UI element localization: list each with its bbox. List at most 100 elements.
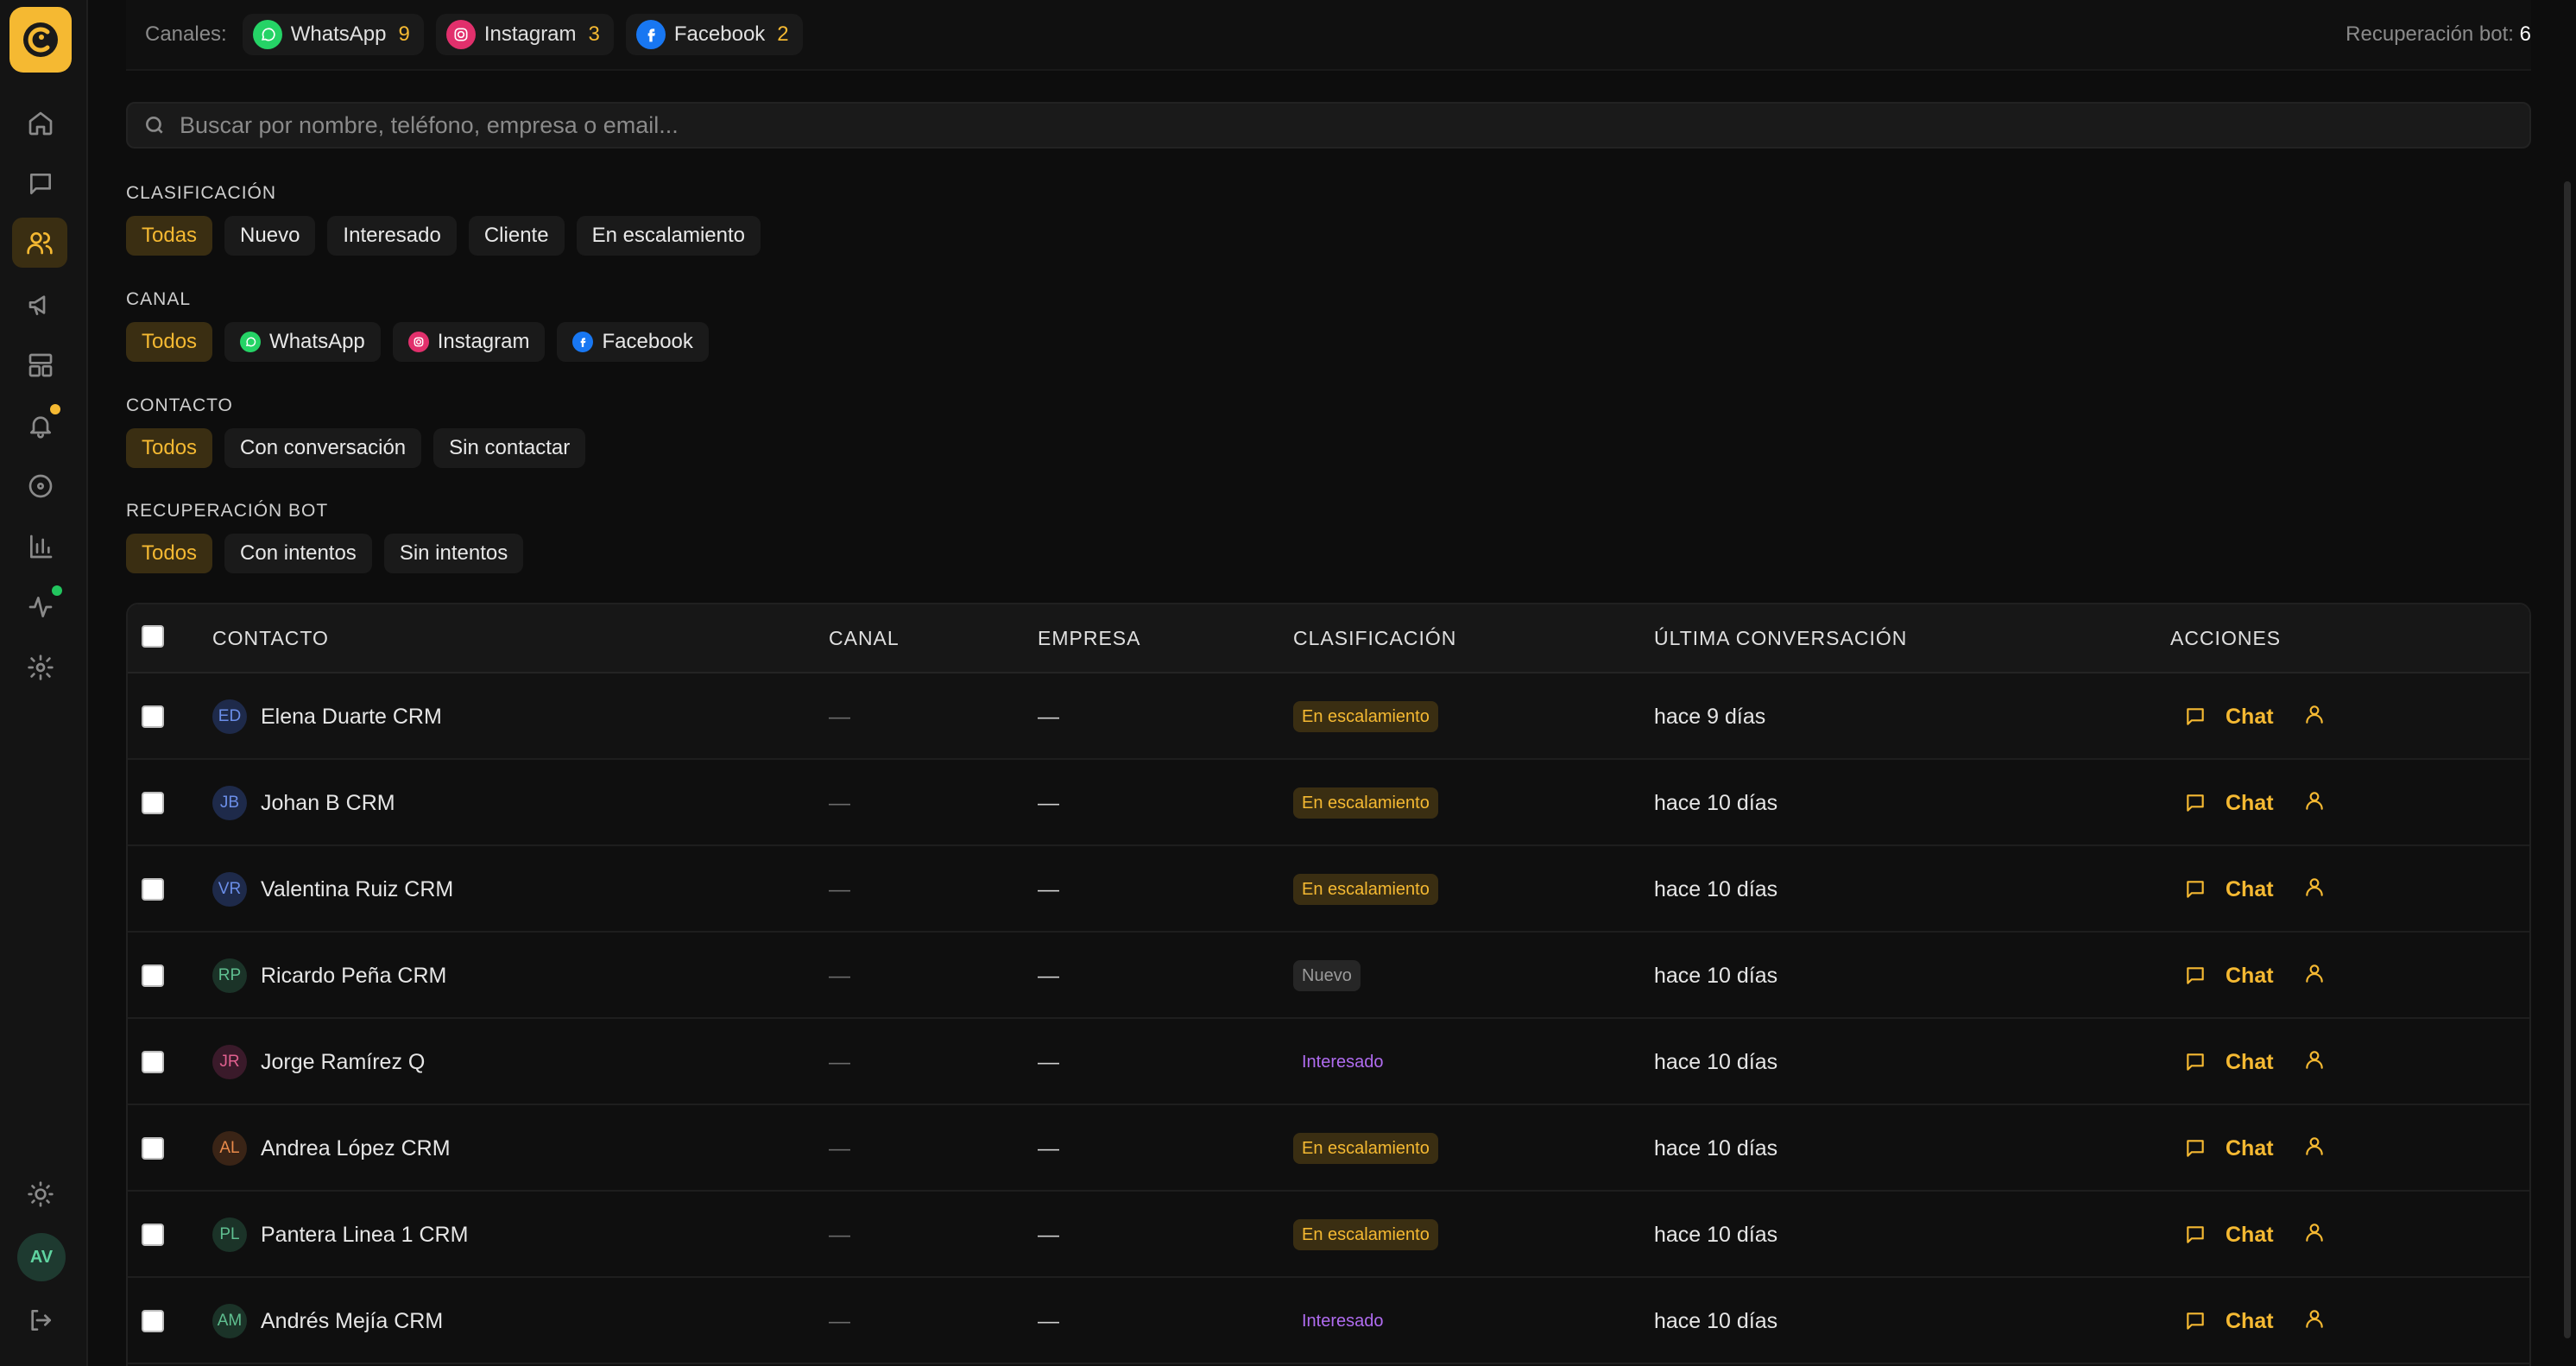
table-row[interactable]: JR Jorge Ramírez Q — — Interesado hace 1… [128,1019,2529,1105]
contact-cell[interactable]: AM Andrés Mejía CRM [212,1278,443,1364]
table-row[interactable]: AM Andrés Mejía CRM — — Interesado hace … [128,1278,2529,1364]
filter-pill-sin-intentos[interactable]: Sin intentos [383,534,524,573]
layout-icon[interactable] [19,344,62,387]
contact-cell[interactable]: ED Elena Duarte CRM [212,674,442,760]
contact-cell[interactable]: RP Ricardo Peña CRM [212,933,446,1019]
view-contact-button[interactable] [2303,1135,2326,1163]
header-clasificacion[interactable]: CLASIFICACIÓN [1293,627,1456,650]
filter-pill-nuevo[interactable]: Nuevo [224,216,316,256]
row-checkbox[interactable] [142,964,164,987]
messages-icon[interactable] [19,162,62,206]
row-checkbox[interactable] [142,705,164,728]
table-row[interactable]: PL Pantera Linea 1 CRM — — En escalamien… [128,1192,2529,1278]
contacts-icon[interactable] [12,218,67,268]
contact-cell[interactable]: PL Pantera Linea 1 CRM [212,1192,468,1278]
header-empresa[interactable]: EMPRESA [1038,627,1140,650]
contact-name[interactable]: Andrés Mejía CRM [261,1309,443,1334]
view-contact-button[interactable] [2303,1307,2326,1336]
user-avatar[interactable]: AV [17,1233,66,1281]
filter-pill-con-conversacion[interactable]: Con conversación [224,428,422,468]
table-row[interactable]: JB Johan B CRM — — En escalamiento hace … [128,760,2529,846]
app-logo-icon[interactable] [9,7,72,73]
channel-chip-instagram[interactable]: Instagram 3 [435,14,614,55]
chat-icon [2187,1226,2204,1243]
row-checkbox[interactable] [142,1137,164,1160]
contact-cell[interactable]: JB Johan B CRM [212,760,395,846]
filter-pill-facebook[interactable]: Facebook [557,322,709,362]
user-icon [2305,1223,2323,1242]
table-row[interactable]: AL Andrea López CRM — — En escalamiento … [128,1105,2529,1192]
clasificacion-cell: En escalamiento [1293,760,1438,846]
filter-pill-todos[interactable]: Todos [126,534,213,573]
select-all-checkbox[interactable] [142,625,164,648]
ultima-conversacion-cell: hace 10 días [1654,1049,1778,1074]
contact-cell[interactable]: VR Valentina Ruiz CRM [212,846,453,933]
chat-button[interactable]: Chat [2184,877,2274,902]
contact-name[interactable]: Valentina Ruiz CRM [261,877,453,902]
chat-icon [2187,1140,2204,1157]
header-canal[interactable]: CANAL [829,627,900,650]
view-contact-button[interactable] [2303,1048,2326,1077]
header-ultima-conversacion[interactable]: ÚLTIMA CONVERSACIÓN [1654,627,1907,650]
contact-name[interactable]: Elena Duarte CRM [261,705,442,730]
chat-button[interactable]: Chat [2184,1136,2274,1161]
megaphone-icon[interactable] [19,283,62,326]
canal-cell: — [829,1049,850,1074]
view-contact-button[interactable] [2303,703,2326,731]
circle-dot-icon[interactable] [19,465,62,508]
status-badge: Interesado [1302,1311,1384,1331]
view-contact-button[interactable] [2303,962,2326,990]
contact-name[interactable]: Johan B CRM [261,791,395,816]
chat-button[interactable]: Chat [2184,705,2274,730]
empresa-cell: — [1038,1049,1059,1074]
chat-button[interactable]: Chat [2184,964,2274,989]
channel-name: Instagram [483,22,577,46]
row-checkbox[interactable] [142,792,164,814]
filter-pill-todas[interactable]: Todas [126,216,213,256]
bar-chart-icon[interactable] [19,525,62,568]
contact-name[interactable]: Andrea López CRM [261,1136,451,1161]
row-checkbox[interactable] [142,1224,164,1246]
row-checkbox[interactable] [142,878,164,901]
sun-icon[interactable] [19,1173,62,1216]
view-contact-button[interactable] [2303,876,2326,904]
search-input[interactable] [180,111,2529,139]
filter-pill-todos[interactable]: Todos [126,428,213,468]
clasificacion-cell: Nuevo [1293,933,1361,1019]
table-row[interactable]: ED Elena Duarte CRM — — En escalamiento … [128,674,2529,760]
channel-chip-whatsapp[interactable]: WhatsApp 9 [242,14,424,55]
filter-pill-cliente[interactable]: Cliente [468,216,565,256]
filter-pill-escalamiento[interactable]: En escalamiento [576,216,761,256]
whatsapp-icon [252,20,282,49]
ultima-conversacion-cell: hace 9 días [1654,704,1766,729]
filter-pill-interesado[interactable]: Interesado [327,216,457,256]
view-contact-button[interactable] [2303,1221,2326,1249]
contact-cell[interactable]: AL Andrea López CRM [212,1105,451,1192]
contact-name[interactable]: Ricardo Peña CRM [261,964,446,989]
contact-cell[interactable]: JR Jorge Ramírez Q [212,1019,425,1105]
scrollbar[interactable] [2564,181,2571,1338]
contact-name[interactable]: Pantera Linea 1 CRM [261,1223,468,1248]
filter-pill-whatsapp[interactable]: WhatsApp [224,322,381,362]
channel-chip-facebook[interactable]: Facebook 2 [625,14,803,55]
filter-pill-todos[interactable]: Todos [126,322,213,362]
contact-name[interactable]: Jorge Ramírez Q [261,1050,425,1075]
gear-icon[interactable] [19,646,62,689]
filter-pill-con-intentos[interactable]: Con intentos [224,534,372,573]
logout-icon[interactable] [19,1299,62,1342]
chat-button[interactable]: Chat [2184,1223,2274,1248]
filter-pill-sin-contactar[interactable]: Sin contactar [433,428,586,468]
view-contact-button[interactable] [2303,789,2326,818]
header-contacto[interactable]: CONTACTO [212,627,329,650]
row-checkbox[interactable] [142,1051,164,1073]
filter-title: CANAL [126,289,192,309]
chat-button[interactable]: Chat [2184,1309,2274,1334]
ultima-conversacion-cell: hace 10 días [1654,1135,1778,1160]
table-row[interactable]: RP Ricardo Peña CRM — — Nuevo hace 10 dí… [128,933,2529,1019]
filter-pill-instagram[interactable]: Instagram [392,322,546,362]
table-row[interactable]: VR Valentina Ruiz CRM — — En escalamient… [128,846,2529,933]
row-checkbox[interactable] [142,1310,164,1332]
chat-button[interactable]: Chat [2184,791,2274,816]
chat-button[interactable]: Chat [2184,1050,2274,1075]
home-icon[interactable] [19,102,62,145]
